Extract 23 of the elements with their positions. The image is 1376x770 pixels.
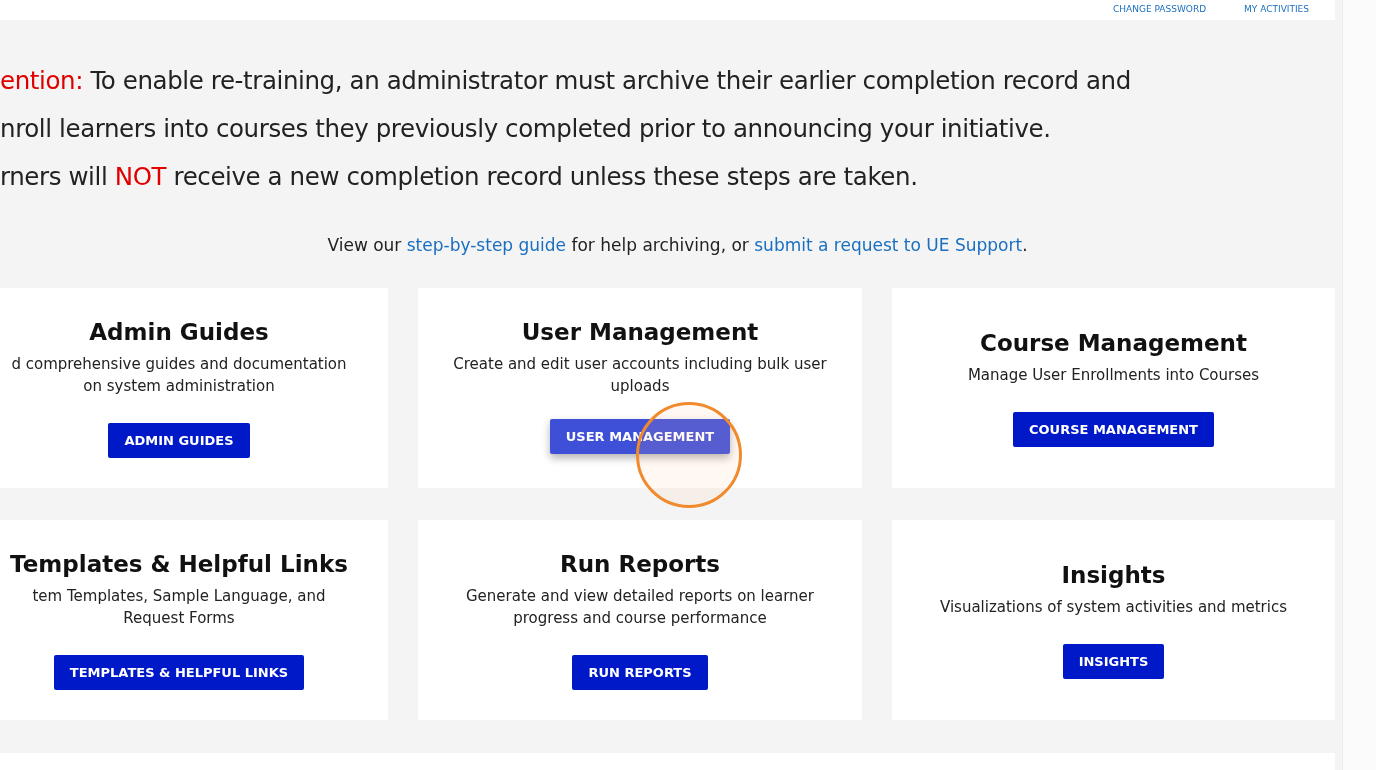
card-description: Manage User Enrollments into Courses — [967, 364, 1260, 386]
card-description: tem Templates, Sample Language, and Request Forms — [31, 585, 327, 629]
card-button[interactable]: ADMIN GUIDES — [108, 422, 250, 458]
attention-notice: ention: To enable re-training, an administrator must archive their earlier completion record and nroll learners into courses they previously completed prior to announcing your initiative. rners will NOT receive a new completion record unless these steps are taken. — [0, 65, 1132, 193]
guide-sentence: View our step-by-step guide for help archiving, or submit a request to UE Support. — [326, 235, 1029, 255]
header-link[interactable]: CHANGE PASSWORD — [1113, 3, 1207, 15]
text-link[interactable]: submit a request to UE Support — [754, 235, 1023, 255]
card-button[interactable]: COURSE MANAGEMENT — [1013, 411, 1214, 447]
card-title: Insights — [1061, 561, 1166, 588]
card-title: Templates & Helpful Links — [10, 550, 348, 577]
card-description: Generate and view detailed reports on learner progress and course performance — [464, 585, 815, 629]
card-description: Create and edit user accounts including bulk user uploads — [452, 353, 828, 397]
card-title: User Management — [521, 318, 759, 345]
card-description: d comprehensive guides and documentation on system administration — [10, 353, 348, 397]
card-title: Course Management — [980, 329, 1247, 356]
card-button[interactable]: TEMPLATES & HELPFUL LINKS — [53, 654, 305, 690]
header-link[interactable]: MY ACTIVITIES — [1244, 3, 1309, 15]
card-button[interactable]: INSIGHTS — [1062, 643, 1165, 679]
card-description: Visualizations of system activities and metrics — [939, 596, 1288, 618]
card-title: Admin Guides — [89, 318, 269, 345]
card-button[interactable]: RUN REPORTS — [572, 654, 708, 690]
card-title: Run Reports — [559, 550, 721, 577]
text-link[interactable]: step-by-step guide — [406, 235, 567, 255]
